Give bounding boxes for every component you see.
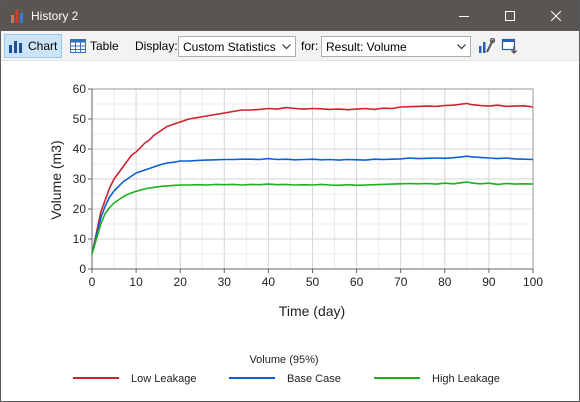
x-tick-label: 40 — [262, 275, 276, 289]
x-tick-label: 0 — [89, 275, 96, 289]
result-select-value: Result: Volume — [326, 40, 407, 54]
y-tick-label: 40 — [73, 142, 87, 156]
y-tick-label: 20 — [73, 202, 87, 216]
x-axis-label: Time (day) — [279, 303, 345, 319]
chart-settings-icon[interactable] — [477, 37, 495, 55]
bar-chart-icon — [9, 41, 22, 53]
y-tick-label: 60 — [73, 82, 87, 96]
title-bar[interactable]: History 2 — [1, 1, 579, 31]
y-tick-label: 0 — [79, 262, 86, 276]
legend-label-high-leakage: High Leakage — [432, 373, 500, 385]
display-select-value: Custom Statistics — [183, 40, 276, 54]
legend-label-low-leakage: Low Leakage — [131, 373, 196, 385]
maximize-button[interactable] — [487, 1, 533, 31]
result-select[interactable]: Result: Volume — [321, 36, 471, 57]
x-tick-label: 10 — [129, 275, 143, 289]
window-title: History 2 — [31, 9, 79, 23]
y-tick-label: 50 — [73, 112, 87, 126]
table-tab-button[interactable]: Table — [67, 34, 123, 58]
y-tick-label: 10 — [73, 232, 87, 246]
close-button[interactable] — [533, 1, 579, 31]
x-tick-label: 30 — [218, 275, 232, 289]
legend-title: Volume (95%) — [249, 354, 318, 366]
x-tick-label: 60 — [350, 275, 364, 289]
maximize-icon — [505, 11, 515, 21]
close-icon — [551, 11, 561, 21]
chart-tab-label: Chart — [28, 39, 58, 53]
legend-label-base-case: Base Case — [287, 373, 341, 385]
y-axis-label: Volume (m3) — [48, 140, 64, 219]
for-label: for: — [301, 39, 319, 53]
history-window: History 2 Chart Table Display: Custom St… — [0, 0, 580, 402]
x-tick-label: 90 — [482, 275, 496, 289]
display-label: Display: — [135, 39, 178, 53]
x-tick-label: 70 — [394, 275, 408, 289]
y-tick-label: 30 — [73, 172, 87, 186]
bar-chart-app-icon — [11, 10, 23, 23]
volume-chart: 0 10 20 30 40 50 60 70 80 90 100 0 10 20 30 40 50 60 Time… — [48, 82, 543, 385]
chevron-down-icon — [457, 44, 466, 50]
table-icon — [70, 39, 86, 53]
export-icon[interactable] — [501, 37, 519, 55]
legend: Low Leakage Base Case High Leakage — [73, 373, 500, 385]
toolbar: Chart Table Display: Custom Statistics f… — [1, 31, 579, 61]
display-select[interactable]: Custom Statistics — [178, 36, 296, 57]
minimize-icon — [459, 16, 469, 17]
chart-tab-button[interactable]: Chart — [4, 34, 63, 58]
x-tick-label: 50 — [306, 275, 320, 289]
x-tick-label: 80 — [438, 275, 452, 289]
table-tab-label: Table — [90, 39, 119, 53]
x-tick-label: 20 — [174, 275, 188, 289]
chevron-down-icon — [282, 44, 291, 50]
minimize-button[interactable] — [441, 1, 487, 31]
x-tick-label: 100 — [523, 275, 543, 289]
